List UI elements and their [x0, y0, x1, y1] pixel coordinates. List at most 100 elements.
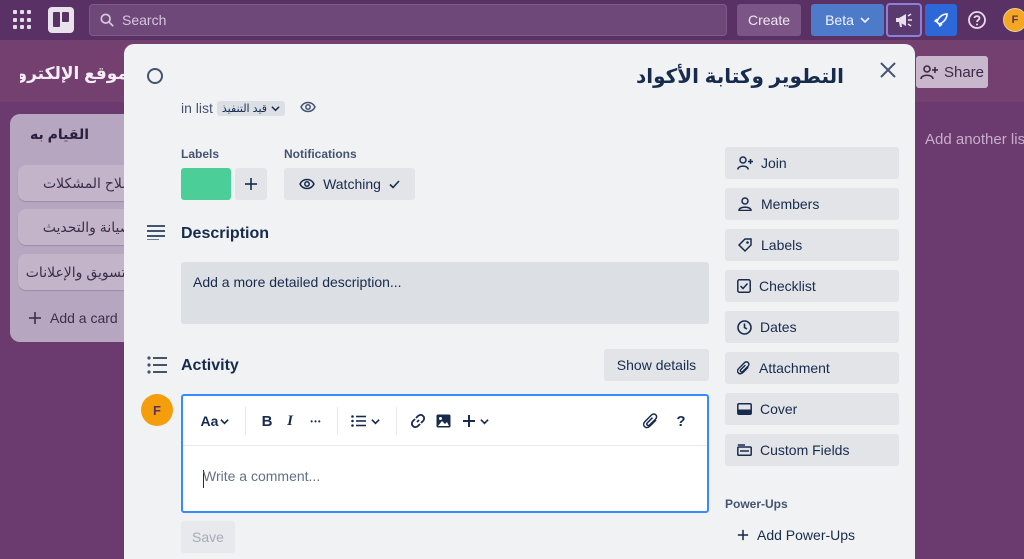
- custom-fields-button[interactable]: Custom Fields: [725, 434, 899, 466]
- image-icon: [436, 414, 450, 428]
- complete-checkbox[interactable]: [147, 68, 163, 84]
- app-switcher-icon[interactable]: [13, 10, 33, 30]
- italic-button[interactable]: I: [281, 409, 299, 433]
- attachment-sidebar-button[interactable]: Attachment: [725, 352, 899, 384]
- checklist-label: Checklist: [759, 278, 816, 294]
- editor-toolbar: Aa B I ••• ?: [183, 396, 707, 446]
- notifications-heading: Notifications: [284, 147, 357, 161]
- share-button[interactable]: Share: [916, 56, 988, 88]
- activity-heading: Activity: [181, 357, 239, 374]
- user-avatar: F: [141, 394, 173, 426]
- add-person-icon: [737, 156, 753, 170]
- link-icon: [410, 413, 426, 429]
- share-label: Share: [943, 63, 985, 81]
- rocket-icon: [933, 13, 948, 28]
- custom-fields-icon: [737, 444, 752, 456]
- label-green[interactable]: [181, 168, 231, 200]
- upgrade-button[interactable]: [925, 4, 957, 36]
- join-button[interactable]: Join: [725, 147, 899, 179]
- description-icon: [147, 225, 165, 240]
- checkbox-icon: [737, 279, 751, 293]
- paperclip-icon: [737, 361, 750, 375]
- attachment-label: Attachment: [759, 360, 830, 376]
- person-icon: [738, 197, 752, 211]
- chevron-down-icon: [370, 418, 380, 424]
- eye-icon: [300, 101, 316, 113]
- join-label: Join: [761, 155, 787, 171]
- toolbar-divider: [337, 407, 338, 435]
- chevron-down-icon: [220, 418, 230, 424]
- create-button[interactable]: Create: [737, 4, 801, 36]
- power-ups-heading: Power-Ups: [725, 497, 788, 511]
- text-style-button[interactable]: Aa: [197, 409, 233, 433]
- search-input[interactable]: [122, 12, 522, 28]
- cover-icon: [737, 403, 752, 415]
- add-card-label: Add a card: [50, 310, 118, 326]
- beta-label: Beta: [825, 12, 854, 28]
- list-title[interactable]: القيام به: [30, 126, 89, 143]
- megaphone-icon: [896, 13, 912, 27]
- trello-logo[interactable]: [48, 7, 74, 33]
- dates-button[interactable]: Dates: [725, 311, 899, 343]
- description-field[interactable]: Add a more detailed description...: [181, 262, 709, 324]
- add-person-icon: [920, 65, 938, 80]
- custom-fields-label: Custom Fields: [760, 442, 850, 458]
- user-avatar[interactable]: F: [1003, 8, 1024, 32]
- bulleted-list-icon: [350, 415, 366, 427]
- chevron-down-icon: [860, 17, 870, 24]
- chevron-down-icon: [271, 105, 280, 111]
- show-details-button[interactable]: Show details: [604, 349, 709, 381]
- comment-editor[interactable]: Aa B I ••• ? Write a comment...: [181, 394, 709, 513]
- plus-icon: [29, 312, 41, 324]
- list-button[interactable]: [349, 409, 381, 433]
- labels-label: Labels: [761, 237, 803, 253]
- tag-icon: [737, 238, 752, 253]
- checklist-button[interactable]: Checklist: [725, 270, 899, 302]
- whats-new-button[interactable]: [886, 3, 922, 37]
- help-icon: [968, 11, 986, 29]
- more-formatting-button[interactable]: •••: [305, 409, 327, 433]
- insert-button[interactable]: [458, 409, 492, 433]
- plus-icon: [462, 415, 475, 427]
- attachment-button[interactable]: [641, 409, 661, 433]
- close-icon[interactable]: [878, 60, 898, 80]
- add-another-list-button[interactable]: Add another list: [916, 124, 1024, 154]
- card-detail-modal: التطوير وكتابة الأكواد in list قيد التنف…: [124, 44, 915, 559]
- link-button[interactable]: [408, 409, 428, 433]
- plus-icon: [737, 529, 749, 541]
- add-label-button[interactable]: [235, 168, 267, 200]
- in-list-prefix: in list: [181, 100, 213, 116]
- watching-button[interactable]: Watching: [284, 168, 415, 200]
- search-bar[interactable]: [89, 4, 727, 36]
- help-button[interactable]: [966, 9, 988, 31]
- comment-input[interactable]: [203, 468, 683, 492]
- labels-button[interactable]: Labels: [725, 229, 899, 261]
- card-title[interactable]: التطوير وكتابة الأكواد: [544, 64, 844, 89]
- list-name: قيد التنفيذ: [221, 102, 268, 115]
- labels-heading: Labels: [181, 147, 220, 161]
- search-icon: [100, 13, 114, 27]
- description-placeholder: Add a more detailed description...: [193, 274, 402, 290]
- image-button[interactable]: [433, 409, 453, 433]
- chevron-down-icon: [479, 418, 489, 424]
- help-button[interactable]: ?: [671, 409, 691, 433]
- eye-icon: [299, 178, 315, 190]
- cover-label: Cover: [760, 401, 798, 417]
- bold-button[interactable]: B: [257, 409, 277, 433]
- save-button[interactable]: Save: [181, 521, 235, 553]
- add-card-button[interactable]: Add a card: [28, 310, 118, 326]
- paperclip-icon: [643, 413, 658, 429]
- board-title[interactable]: موقع الإلكتروني: [20, 64, 128, 84]
- plus-icon: [245, 178, 257, 190]
- check-icon: [389, 179, 400, 189]
- members-button[interactable]: Members: [725, 188, 899, 220]
- add-power-ups-button[interactable]: Add Power-Ups: [725, 519, 855, 551]
- list-selector[interactable]: قيد التنفيذ: [216, 100, 286, 116]
- clock-icon: [737, 319, 752, 335]
- cover-button[interactable]: Cover: [725, 393, 899, 425]
- top-navigation-bar: Create Beta F: [0, 0, 1024, 40]
- beta-button[interactable]: Beta: [811, 4, 884, 36]
- text-style-label: Aa: [200, 413, 219, 429]
- description-heading: Description: [181, 225, 270, 242]
- toolbar-divider: [245, 407, 246, 435]
